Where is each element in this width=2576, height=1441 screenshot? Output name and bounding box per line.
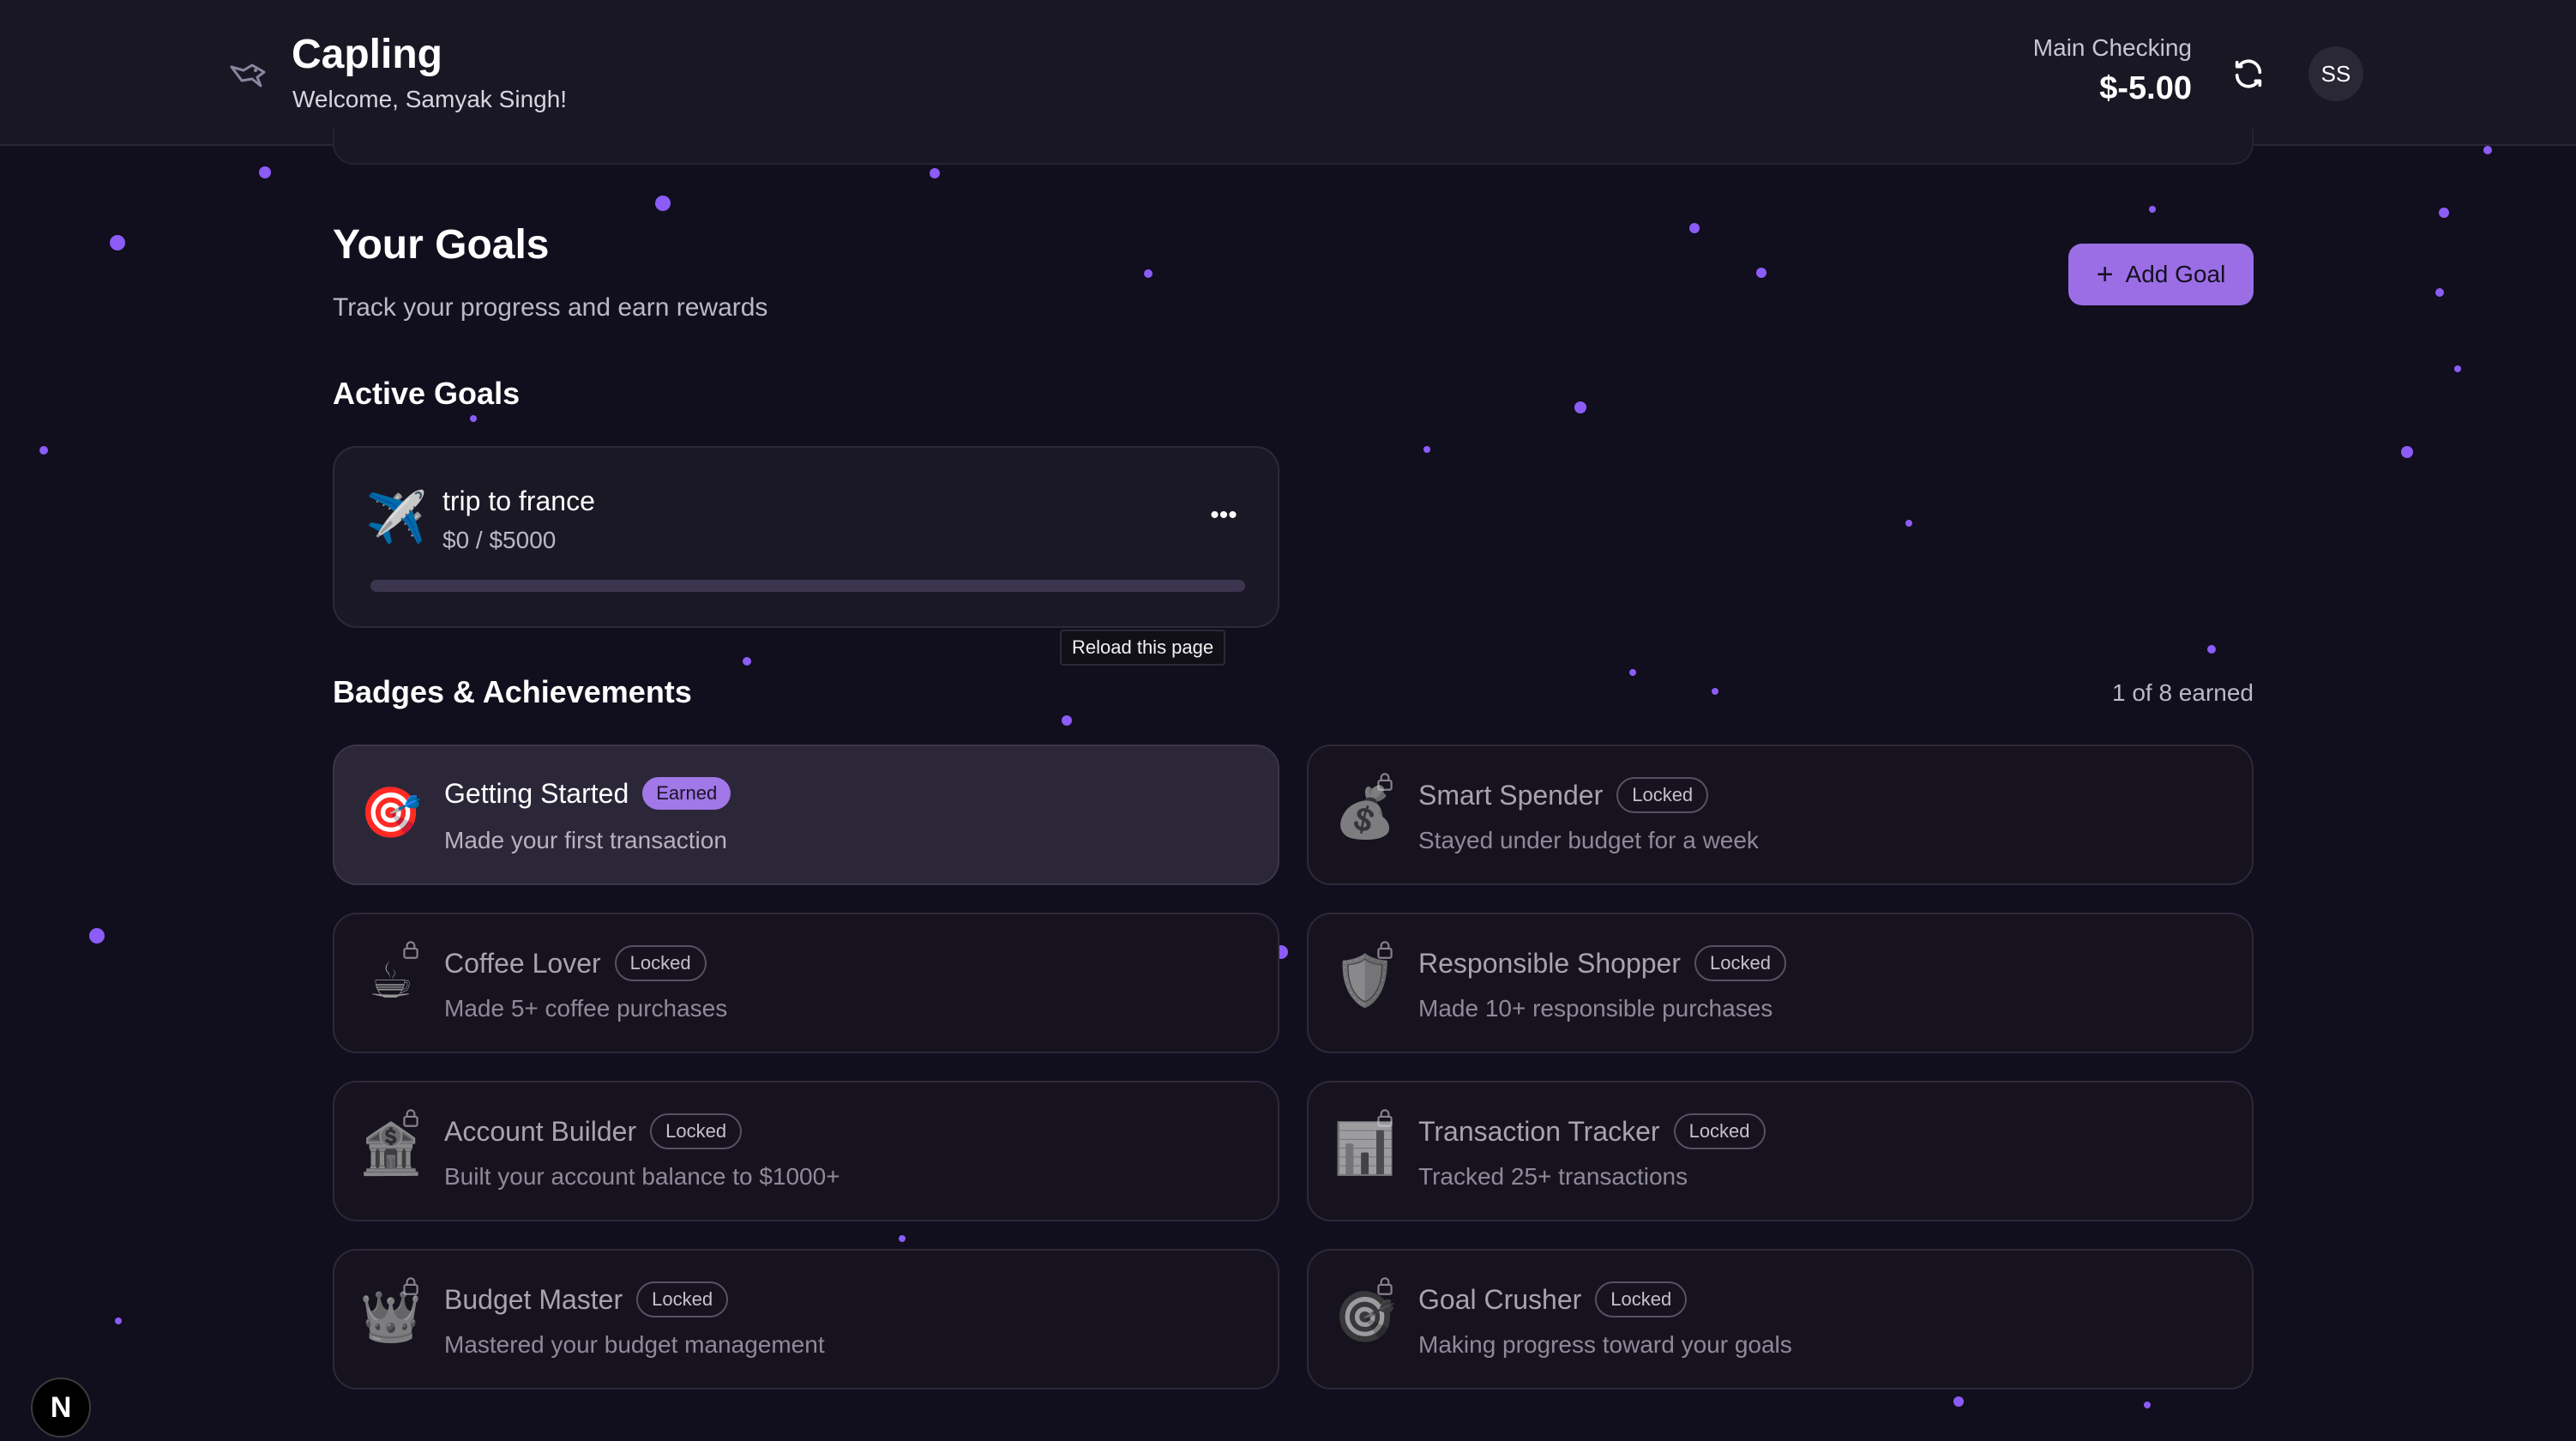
goal-name: trip to france: [442, 485, 595, 516]
badge-name: Smart Spender: [1418, 779, 1604, 811]
account-balance: $-5.00: [2099, 70, 2192, 106]
add-goal-label: Add Goal: [2125, 261, 2226, 287]
dev-tools-indicator[interactable]: N: [31, 1378, 91, 1438]
welcome-message: Welcome, Samyak Singh!: [292, 86, 568, 112]
status-badge: Locked: [1694, 945, 1786, 981]
badge-description: Made 5+ coffee purchases: [444, 995, 728, 1022]
badge-card-getting-started[interactable]: 🎯 Getting Started Earned Made your first…: [333, 745, 1279, 885]
badge-description: Built your account balance to $1000+: [444, 1163, 840, 1190]
capling-logo-icon: [230, 63, 266, 87]
badge-description: Tracked 25+ transactions: [1418, 1163, 1688, 1190]
lock-icon: [1377, 941, 1393, 959]
app-name: Capling: [292, 32, 442, 77]
status-badge: Locked: [636, 1281, 729, 1317]
badge-card-transaction-tracker[interactable]: 📊 Transaction Tracker Locked Tracked 25+…: [1307, 1081, 2254, 1221]
badge-name: Budget Master: [444, 1283, 623, 1315]
add-goal-button[interactable]: + Add Goal: [2068, 244, 2254, 305]
badge-description: Made 10+ responsible purchases: [1418, 995, 1773, 1022]
badge-description: Stayed under budget for a week: [1418, 827, 1759, 853]
badge-description: Making progress toward your goals: [1418, 1331, 1792, 1358]
badge-card-responsible-shopper[interactable]: 🛡️ Responsible Shopper Locked Made 10+ r…: [1307, 913, 2254, 1053]
goal-progress-bar: [370, 580, 1245, 592]
badge-name: Transaction Tracker: [1418, 1115, 1660, 1147]
badge-card-smart-spender[interactable]: 💰 Smart Spender Locked Stayed under budg…: [1307, 745, 2254, 885]
lock-icon: [403, 1109, 418, 1127]
user-avatar[interactable]: SS: [2308, 46, 2363, 101]
reload-tooltip: Reload this page: [1060, 630, 1226, 666]
lock-icon: [1377, 1277, 1393, 1295]
account-name: Main Checking: [2032, 34, 2192, 61]
goal-amount: $0 / $5000: [442, 527, 557, 553]
lock-icon: [403, 941, 418, 959]
badges-title: Badges & Achievements: [333, 674, 692, 709]
lock-icon: [403, 1277, 418, 1295]
goal-card[interactable]: ✈️ trip to france $0 / $5000 •••: [333, 446, 1279, 628]
collapsed-nav-strip: [333, 129, 2254, 165]
badge-description: Made your first transaction: [444, 827, 727, 853]
active-goals-title: Active Goals: [333, 376, 521, 411]
badge-name: Getting Started: [444, 777, 629, 809]
badge-card-budget-master[interactable]: 👑 Budget Master Locked Mastered your bud…: [333, 1249, 1279, 1390]
badge-card-account-builder[interactable]: 🏦 Account Builder Locked Built your acco…: [333, 1081, 1279, 1221]
page-title: Your Goals: [333, 222, 550, 268]
page-subtitle: Track your progress and earn rewards: [333, 293, 768, 322]
status-badge: Locked: [1616, 777, 1709, 813]
badge-name: Coffee Lover: [444, 947, 601, 979]
lock-icon: [1377, 773, 1393, 791]
status-badge: Locked: [614, 945, 707, 981]
top-header: Capling Welcome, Samyak Singh! Main Chec…: [0, 0, 2576, 146]
badges-earned-count: 1 of 8 earned: [2111, 679, 2254, 706]
target-icon: 🎯: [359, 785, 423, 841]
badge-description: Mastered your budget management: [444, 1331, 825, 1358]
badge-card-coffee-lover[interactable]: ☕ Coffee Lover Locked Made 5+ coffee pur…: [333, 913, 1279, 1053]
status-badge: Earned: [642, 777, 731, 810]
badge-card-goal-crusher[interactable]: 🎯 Goal Crusher Locked Making progress to…: [1307, 1249, 2254, 1390]
plus-icon: +: [2096, 258, 2114, 291]
refresh-icon[interactable]: [2231, 57, 2266, 91]
goal-more-options-icon[interactable]: •••: [1201, 501, 1247, 535]
background-particles: [0, 0, 2576, 1441]
airplane-icon: ✈️: [365, 490, 428, 546]
status-badge: Locked: [650, 1113, 743, 1149]
badge-name: Account Builder: [444, 1115, 637, 1147]
status-badge: Locked: [1595, 1281, 1688, 1317]
badge-name: Responsible Shopper: [1418, 947, 1681, 979]
status-badge: Locked: [1673, 1113, 1766, 1149]
badge-name: Goal Crusher: [1418, 1283, 1582, 1315]
lock-icon: [1377, 1109, 1393, 1127]
